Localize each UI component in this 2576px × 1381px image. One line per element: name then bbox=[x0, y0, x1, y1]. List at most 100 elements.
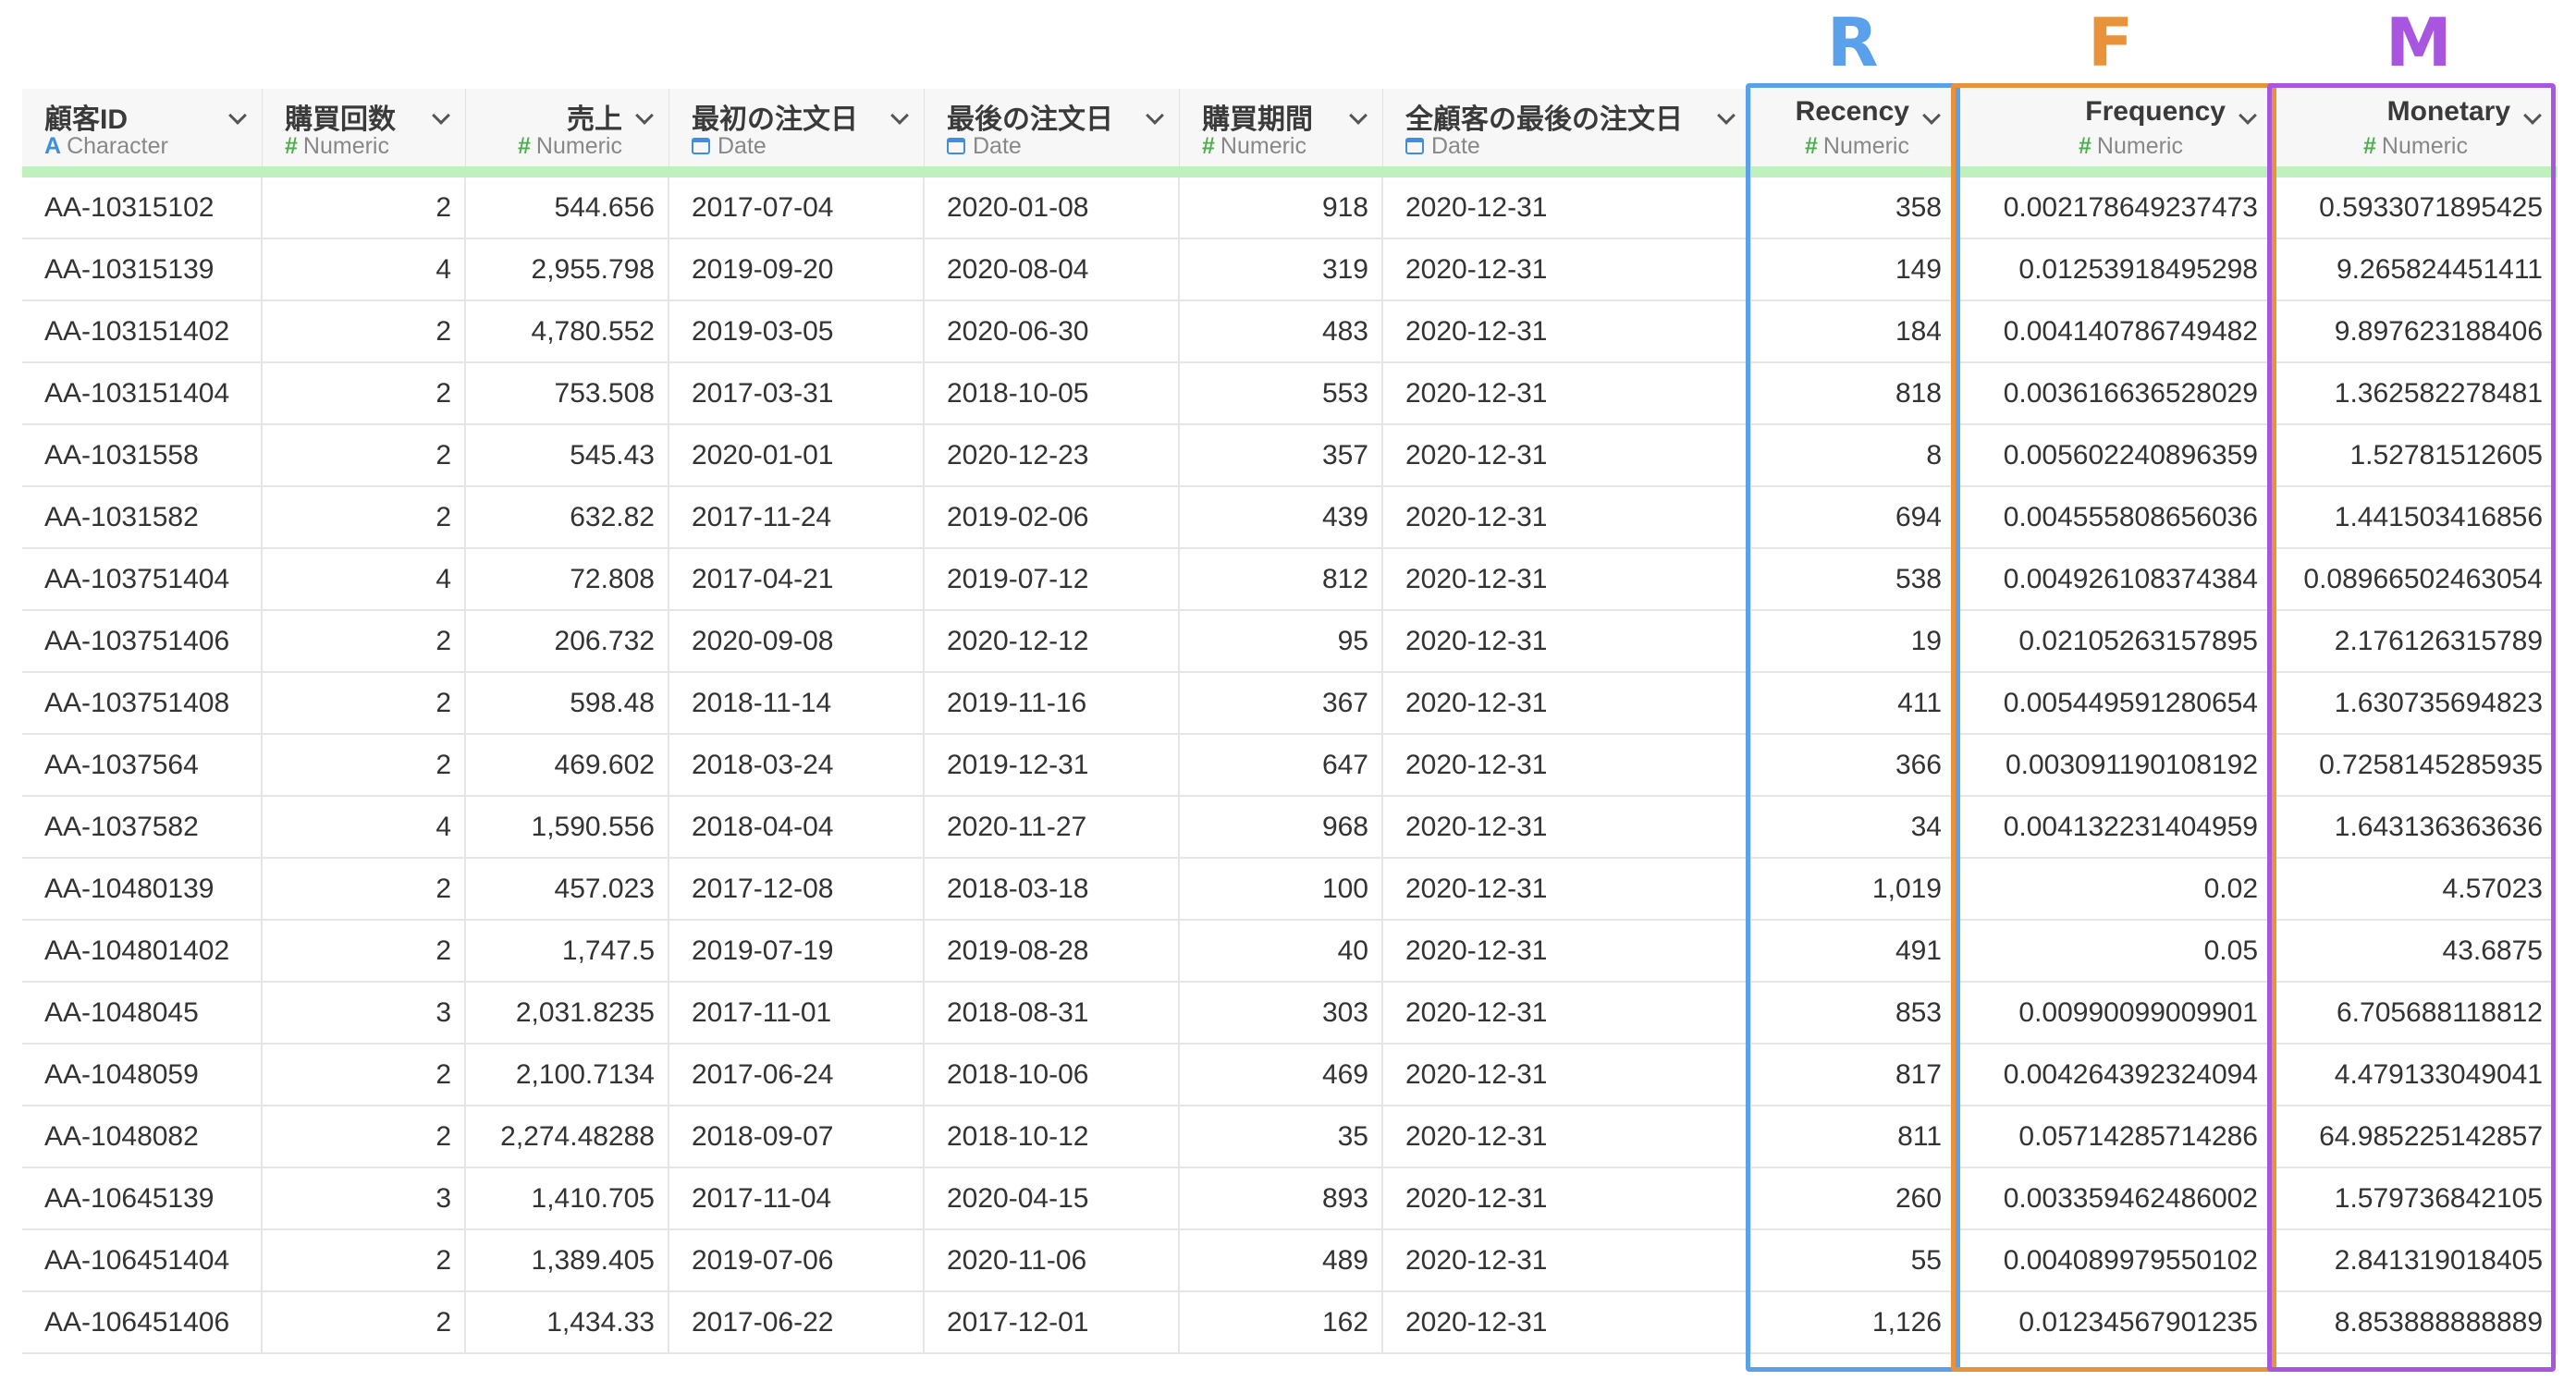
cell-customer-id: AA-106451406 bbox=[22, 1292, 263, 1352]
cell-sales: 1,410.705 bbox=[466, 1168, 669, 1228]
cell-purchase-period: 439 bbox=[1180, 487, 1383, 547]
chevron-down-icon[interactable] bbox=[1717, 106, 1736, 125]
cell-all-customers-last-order-date: 2020-12-31 bbox=[1383, 859, 1751, 919]
cell-all-customers-last-order-date: 2020-12-31 bbox=[1383, 921, 1751, 981]
recency-letter: R bbox=[1827, 4, 1879, 81]
cell-first-order-date: 2017-06-22 bbox=[669, 1292, 925, 1352]
cell-purchase-period: 35 bbox=[1180, 1106, 1383, 1167]
cell-purchase-count: 3 bbox=[263, 983, 466, 1043]
column-header-sales[interactable]: 売上 # Numeric bbox=[466, 89, 669, 166]
cell-purchase-period: 162 bbox=[1180, 1292, 1383, 1352]
cell-all-customers-last-order-date: 2020-12-31 bbox=[1383, 1230, 1751, 1290]
column-name: 最後の注文日 bbox=[947, 104, 1113, 135]
cell-purchase-period: 40 bbox=[1180, 921, 1383, 981]
cell-sales: 2,031.8235 bbox=[466, 983, 669, 1043]
cell-purchase-period: 812 bbox=[1180, 549, 1383, 609]
cell-customer-id: AA-10480139 bbox=[22, 859, 263, 919]
column-header-purchase-count[interactable]: 購買回数 # Numeric bbox=[263, 89, 466, 166]
cell-purchase-period: 893 bbox=[1180, 1168, 1383, 1228]
column-type: Date bbox=[1405, 133, 1480, 160]
cell-customer-id: AA-1031558 bbox=[22, 425, 263, 485]
cell-sales: 545.43 bbox=[466, 425, 669, 485]
cell-all-customers-last-order-date: 2020-12-31 bbox=[1383, 1168, 1751, 1228]
cell-purchase-count: 2 bbox=[263, 1045, 466, 1105]
cell-purchase-count: 2 bbox=[263, 1106, 466, 1167]
cell-last-order-date: 2020-04-15 bbox=[925, 1168, 1180, 1228]
cell-first-order-date: 2019-03-05 bbox=[669, 301, 925, 361]
cell-sales: 4,780.552 bbox=[466, 301, 669, 361]
cell-customer-id: AA-1048045 bbox=[22, 983, 263, 1043]
cell-first-order-date: 2017-11-24 bbox=[669, 487, 925, 547]
column-header-last-order-date[interactable]: 最後の注文日 Date bbox=[925, 89, 1180, 166]
column-type-label: Numeric bbox=[302, 133, 389, 159]
cell-sales: 1,389.405 bbox=[466, 1230, 669, 1290]
cell-first-order-date: 2019-07-19 bbox=[669, 921, 925, 981]
cell-last-order-date: 2019-12-31 bbox=[925, 735, 1180, 795]
column-header-first-order-date[interactable]: 最初の注文日 Date bbox=[669, 89, 925, 166]
numeric-icon: # bbox=[285, 133, 298, 159]
cell-customer-id: AA-103751404 bbox=[22, 549, 263, 609]
column-header-all-customers-last-order-date[interactable]: 全顧客の最後の注文日 Date bbox=[1383, 89, 1751, 166]
column-name: 顧客ID bbox=[44, 104, 128, 135]
cell-all-customers-last-order-date: 2020-12-31 bbox=[1383, 611, 1751, 671]
cell-purchase-period: 367 bbox=[1180, 673, 1383, 733]
cell-purchase-count: 4 bbox=[263, 239, 466, 299]
cell-purchase-count: 2 bbox=[263, 1230, 466, 1290]
cell-sales: 544.656 bbox=[466, 177, 669, 238]
column-type-label: Date bbox=[718, 133, 767, 159]
chevron-down-icon[interactable] bbox=[635, 106, 654, 125]
cell-all-customers-last-order-date: 2020-12-31 bbox=[1383, 983, 1751, 1043]
cell-all-customers-last-order-date: 2020-12-31 bbox=[1383, 1045, 1751, 1105]
calendar-icon bbox=[1405, 138, 1424, 154]
monetary-column-highlight bbox=[2267, 83, 2556, 1372]
cell-first-order-date: 2017-06-24 bbox=[669, 1045, 925, 1105]
cell-purchase-period: 968 bbox=[1180, 797, 1383, 857]
cell-last-order-date: 2018-08-31 bbox=[925, 983, 1180, 1043]
column-name: 全顧客の最後の注文日 bbox=[1405, 104, 1683, 135]
character-icon: A bbox=[44, 133, 62, 159]
cell-sales: 598.48 bbox=[466, 673, 669, 733]
cell-customer-id: AA-1037582 bbox=[22, 797, 263, 857]
column-type: Date bbox=[947, 133, 1022, 160]
column-name: 購買回数 bbox=[285, 104, 396, 135]
cell-purchase-count: 2 bbox=[263, 1292, 466, 1352]
cell-purchase-period: 489 bbox=[1180, 1230, 1383, 1290]
cell-first-order-date: 2017-07-04 bbox=[669, 177, 925, 238]
cell-purchase-count: 2 bbox=[263, 921, 466, 981]
column-name: 購買期間 bbox=[1202, 104, 1313, 135]
chevron-down-icon[interactable] bbox=[432, 106, 450, 125]
cell-last-order-date: 2020-12-12 bbox=[925, 611, 1180, 671]
cell-purchase-count: 2 bbox=[263, 673, 466, 733]
chevron-down-icon[interactable] bbox=[1349, 106, 1368, 125]
calendar-icon bbox=[692, 138, 710, 154]
cell-first-order-date: 2020-09-08 bbox=[669, 611, 925, 671]
cell-sales: 632.82 bbox=[466, 487, 669, 547]
cell-sales: 457.023 bbox=[466, 859, 669, 919]
column-type: Date bbox=[692, 133, 767, 160]
cell-all-customers-last-order-date: 2020-12-31 bbox=[1383, 177, 1751, 238]
numeric-icon: # bbox=[1202, 133, 1215, 159]
cell-sales: 1,747.5 bbox=[466, 921, 669, 981]
cell-first-order-date: 2017-11-04 bbox=[669, 1168, 925, 1228]
cell-last-order-date: 2019-08-28 bbox=[925, 921, 1180, 981]
column-header-customer-id[interactable]: 顧客ID A Character bbox=[22, 89, 263, 166]
column-header-purchase-period[interactable]: 購買期間 # Numeric bbox=[1180, 89, 1383, 166]
cell-customer-id: AA-103751408 bbox=[22, 673, 263, 733]
cell-first-order-date: 2018-09-07 bbox=[669, 1106, 925, 1167]
cell-sales: 1,434.33 bbox=[466, 1292, 669, 1352]
chevron-down-icon[interactable] bbox=[890, 106, 909, 125]
cell-all-customers-last-order-date: 2020-12-31 bbox=[1383, 487, 1751, 547]
cell-purchase-count: 2 bbox=[263, 177, 466, 238]
cell-purchase-count: 3 bbox=[263, 1168, 466, 1228]
cell-last-order-date: 2020-01-08 bbox=[925, 177, 1180, 238]
cell-last-order-date: 2019-02-06 bbox=[925, 487, 1180, 547]
column-type: # Numeric bbox=[1202, 133, 1306, 160]
chevron-down-icon[interactable] bbox=[228, 106, 247, 125]
cell-customer-id: AA-10315139 bbox=[22, 239, 263, 299]
cell-all-customers-last-order-date: 2020-12-31 bbox=[1383, 673, 1751, 733]
chevron-down-icon[interactable] bbox=[1146, 106, 1164, 125]
cell-first-order-date: 2019-07-06 bbox=[669, 1230, 925, 1290]
cell-sales: 2,100.7134 bbox=[466, 1045, 669, 1105]
cell-sales: 72.808 bbox=[466, 549, 669, 609]
frequency-column-highlight bbox=[1951, 83, 2276, 1372]
